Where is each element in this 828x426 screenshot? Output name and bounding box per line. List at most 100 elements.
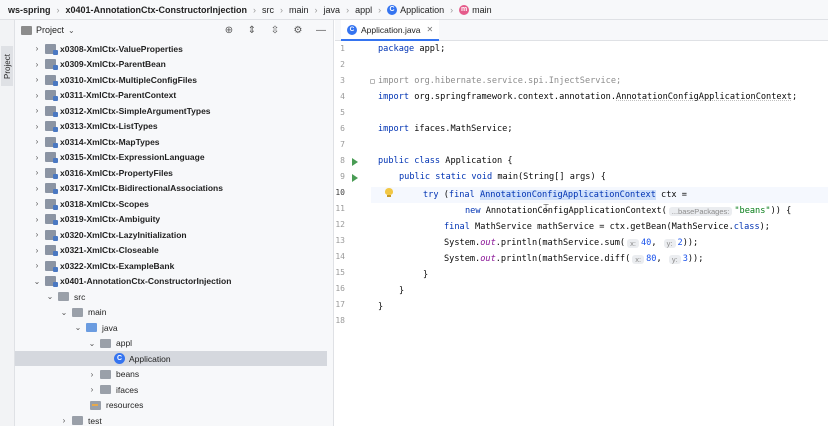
gear-icon[interactable]: ⚙ — [292, 24, 304, 36]
chevron-down-icon[interactable]: ⌄ — [32, 277, 42, 286]
breadcrumb-separator: › — [346, 4, 350, 15]
module-icon — [45, 214, 58, 225]
tree-item-label: resources — [106, 400, 144, 410]
close-icon[interactable]: ✕ — [427, 25, 434, 34]
chevron-right-icon[interactable]: › — [32, 91, 42, 100]
breadcrumb-module[interactable]: x0401-AnnotationCtx-ConstructorInjection — [64, 3, 250, 17]
tree-item-module[interactable]: › x0317-XmlCtx-BidirectionalAssociations — [15, 181, 327, 196]
code-editor[interactable]: package appl; import org.hibernate.servi… — [371, 41, 828, 426]
code-text: ( — [438, 190, 449, 200]
project-view-title[interactable]: Project — [36, 25, 64, 35]
tree-item-folder-java[interactable]: ⌄ java — [15, 320, 327, 335]
locate-icon[interactable]: ⊕ — [223, 24, 235, 36]
module-icon — [45, 198, 58, 210]
tree-item-module[interactable]: › x0319-XmlCtx-Ambiguity — [15, 212, 327, 227]
tree-item-folder-main[interactable]: ⌄ main — [15, 305, 327, 320]
module-icon — [45, 152, 58, 163]
keyword: final — [444, 222, 470, 232]
chevron-right-icon[interactable]: › — [32, 137, 42, 146]
code-line-9: public static void main(String[] args) { — [399, 169, 606, 185]
tree-item-folder-appl[interactable]: ⌄ appl — [15, 336, 327, 351]
breadcrumb-java[interactable]: java — [322, 3, 343, 17]
chevron-right-icon[interactable]: › — [32, 199, 42, 208]
tree-item-folder-ifaces[interactable]: › ifaces — [15, 382, 327, 397]
chevron-down-icon[interactable]: ⌄ — [68, 26, 75, 35]
tree-item-module[interactable]: › x0310-XmlCtx-MultipleConfigFiles — [15, 72, 327, 87]
chevron-right-icon[interactable]: › — [32, 184, 42, 193]
line-number: 15 — [335, 268, 345, 277]
breadcrumb-project[interactable]: ws-spring — [6, 3, 53, 17]
expand-all-icon[interactable]: ⇕ — [246, 24, 258, 36]
run-class-icon[interactable] — [352, 158, 358, 166]
project-tool-window-button[interactable]: Project — [1, 46, 13, 86]
tree-item-module[interactable]: › x0315-XmlCtx-ExpressionLanguage — [15, 150, 327, 165]
project-panel-header: Project ⌄ ⊕ ⇕ ⇳ ⚙ — — [15, 20, 333, 40]
folder-icon — [72, 307, 83, 317]
tree-item-module[interactable]: › x0313-XmlCtx-ListTypes — [15, 119, 327, 134]
code-text: )); — [687, 254, 704, 264]
breadcrumb: ws-spring › x0401-AnnotationCtx-Construc… — [0, 0, 828, 20]
tree-item-module[interactable]: › x0322-XmlCtx-ExampleBank — [15, 258, 327, 273]
tree-item-folder-beans[interactable]: › beans — [15, 367, 327, 382]
class-icon: C — [387, 4, 398, 15]
collapse-all-icon[interactable]: ⇳ — [269, 24, 281, 36]
module-icon — [45, 105, 58, 117]
project-toolbar: ⊕ ⇕ ⇳ ⚙ — — [223, 24, 327, 36]
chevron-right-icon[interactable]: › — [32, 230, 42, 239]
chevron-down-icon[interactable]: ⌄ — [45, 292, 55, 301]
code-text: ); — [759, 222, 770, 232]
chevron-right-icon[interactable]: › — [32, 44, 42, 53]
tree-item-module[interactable]: › x0321-XmlCtx-Closeable — [15, 243, 327, 258]
minimize-icon[interactable]: — — [315, 24, 327, 36]
breadcrumb-src[interactable]: src — [260, 3, 276, 17]
tree-item-module[interactable]: › x0308-XmlCtx-ValueProperties — [15, 41, 327, 56]
tab-application-java[interactable]: C Application.java ✕ — [341, 20, 440, 41]
parameter-hint: y: — [668, 254, 681, 264]
tree-item-application[interactable]: C Application — [15, 351, 327, 366]
tree-item-label: x0319-XmlCtx-Ambiguity — [60, 214, 161, 224]
chevron-right-icon[interactable]: › — [32, 153, 42, 162]
chevron-right-icon[interactable]: › — [32, 106, 42, 115]
breadcrumb-appl[interactable]: appl — [353, 3, 374, 17]
tree-item-folder-resources[interactable]: resources — [15, 398, 327, 413]
source-folder-icon — [86, 323, 97, 332]
code-line-15: } — [423, 267, 428, 283]
chevron-right-icon[interactable]: › — [32, 261, 42, 270]
breadcrumb-main[interactable]: main — [287, 3, 311, 17]
chevron-right-icon[interactable]: › — [32, 75, 42, 84]
tree-item-module-expanded[interactable]: ⌄ x0401-AnnotationCtx-ConstructorInjectio… — [15, 274, 327, 289]
breadcrumb-method[interactable]: m main — [457, 3, 494, 17]
tree-item-module[interactable]: › x0309-XmlCtx-ParentBean — [15, 57, 327, 72]
tree-item-module[interactable]: › x0314-XmlCtx-MapTypes — [15, 134, 327, 149]
chevron-right-icon[interactable]: › — [32, 60, 42, 69]
line-number: 16 — [335, 284, 345, 293]
chevron-right-icon[interactable]: › — [87, 385, 97, 394]
tree-item-module[interactable]: › x0316-XmlCtx-PropertyFiles — [15, 165, 327, 180]
method-icon: m — [459, 4, 470, 15]
tree-item-folder-src[interactable]: ⌄ src — [15, 289, 327, 304]
chevron-right-icon[interactable]: › — [32, 168, 42, 177]
chevron-right-icon[interactable]: › — [32, 246, 42, 255]
code-text: , — [651, 238, 662, 248]
intention-bulb-icon[interactable] — [385, 188, 393, 198]
code-text: ; — [791, 92, 798, 102]
code-line-6: import ifaces.MathService; — [378, 121, 513, 137]
chevron-right-icon[interactable]: › — [32, 122, 42, 131]
project-folder-icon — [21, 25, 32, 35]
breadcrumb-class[interactable]: C Application — [385, 3, 446, 17]
line-number: 17 — [335, 300, 345, 309]
tree-item-module[interactable]: › x0312-XmlCtx-SimpleArgumentTypes — [15, 103, 327, 118]
run-main-icon[interactable] — [352, 174, 358, 182]
chevron-down-icon[interactable]: ⌄ — [73, 323, 83, 332]
chevron-down-icon[interactable]: ⌄ — [87, 339, 97, 348]
chevron-right-icon[interactable]: › — [59, 416, 69, 425]
module-icon — [45, 121, 58, 132]
tree-item-module[interactable]: › x0318-XmlCtx-Scopes — [15, 196, 327, 211]
chevron-right-icon[interactable]: › — [87, 370, 97, 379]
class-icon: C — [347, 24, 357, 35]
tree-item-module[interactable]: › x0311-XmlCtx-ParentContext — [15, 88, 327, 103]
tree-item-folder-test[interactable]: › test — [15, 413, 327, 426]
chevron-down-icon[interactable]: ⌄ — [59, 308, 69, 317]
tree-item-module[interactable]: › x0320-XmlCtx-LazyInitialization — [15, 227, 327, 242]
chevron-right-icon[interactable]: › — [32, 215, 42, 224]
